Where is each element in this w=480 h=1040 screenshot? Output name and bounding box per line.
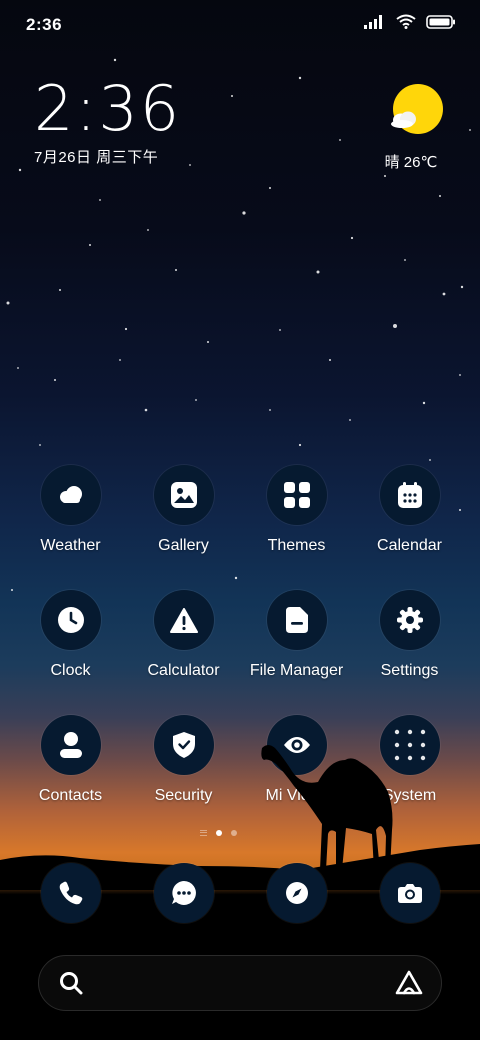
app-gallery[interactable]: Gallery: [127, 465, 240, 590]
status-bar: 2:36: [0, 0, 480, 50]
cloud-icon: [59, 486, 82, 503]
dock-camera[interactable]: [353, 863, 466, 923]
app-icon-bg: [266, 465, 327, 525]
page-dot: [231, 830, 237, 836]
status-time: 2:36: [26, 15, 63, 34]
app-label: Weather: [40, 537, 101, 554]
phone-icon: [59, 881, 82, 905]
warning-icon: [169, 607, 198, 633]
ai-assistant-icon[interactable]: [395, 970, 423, 996]
app-clock[interactable]: Clock: [14, 590, 127, 715]
chat-icon: [171, 881, 196, 905]
wifi-icon: [396, 14, 416, 29]
calendar-icon: [397, 482, 422, 508]
app-label: File Manager: [249, 662, 344, 679]
app-label: Clock: [50, 662, 91, 679]
app-weather[interactable]: Weather: [14, 465, 127, 590]
compass-icon: [285, 882, 308, 904]
feed-indicator: [200, 830, 207, 836]
app-settings[interactable]: Settings: [353, 590, 466, 715]
app-icon-bg: [266, 863, 327, 923]
weather-widget[interactable]: 晴 26℃: [385, 82, 446, 172]
app-icon-bg: [379, 465, 440, 525]
dock-messages[interactable]: [127, 863, 240, 923]
app-calculator[interactable]: Calculator: [127, 590, 240, 715]
signal-icon: [364, 14, 382, 29]
widget-time: 2:36: [34, 72, 182, 145]
sun-cloud-icon: [391, 84, 443, 134]
app-icon-bg: [266, 590, 327, 650]
search-icon: [60, 972, 83, 995]
app-icon-bg: [379, 863, 440, 923]
app-label: Settings: [380, 662, 439, 679]
dock: [14, 863, 466, 923]
dock-phone[interactable]: [14, 863, 127, 923]
app-file-manager[interactable]: File Manager: [240, 590, 353, 715]
dock-browser[interactable]: [240, 863, 353, 923]
camera-icon: [397, 884, 422, 903]
page-dot-active: [216, 830, 222, 836]
app-label: Gallery: [158, 537, 209, 554]
battery-icon: [426, 14, 455, 29]
app-icon-bg: [40, 465, 101, 525]
app-icon-bg: [153, 863, 214, 923]
folder-icon: [285, 607, 308, 633]
gear-icon: [396, 607, 423, 633]
clock-icon: [57, 607, 84, 633]
app-icon-bg: [153, 465, 214, 525]
app-label: Themes: [267, 537, 326, 554]
app-icon-bg: [153, 590, 214, 650]
app-label: Calendar: [377, 537, 442, 554]
image-icon: [170, 482, 197, 508]
clock-widget[interactable]: 2:36 7月26日 周三下午: [34, 76, 181, 167]
status-icons: [364, 14, 456, 29]
app-row: Weather Gallery Themes Calendar: [14, 465, 466, 590]
app-icon-bg: [379, 590, 440, 650]
weather-text: 晴 26℃: [384, 154, 438, 171]
grid-icon: [283, 482, 310, 508]
app-icon-bg: [40, 590, 101, 650]
app-row: Clock Calculator File Manager Settings: [14, 590, 466, 715]
widget-date: 7月26日 周三下午: [34, 149, 159, 166]
app-label: Calculator: [147, 662, 220, 679]
page-indicator[interactable]: [200, 830, 237, 836]
app-calendar[interactable]: Calendar: [353, 465, 466, 590]
app-themes[interactable]: Themes: [240, 465, 353, 590]
app-icon-bg: [40, 863, 101, 923]
search-bar[interactable]: [38, 955, 442, 1011]
